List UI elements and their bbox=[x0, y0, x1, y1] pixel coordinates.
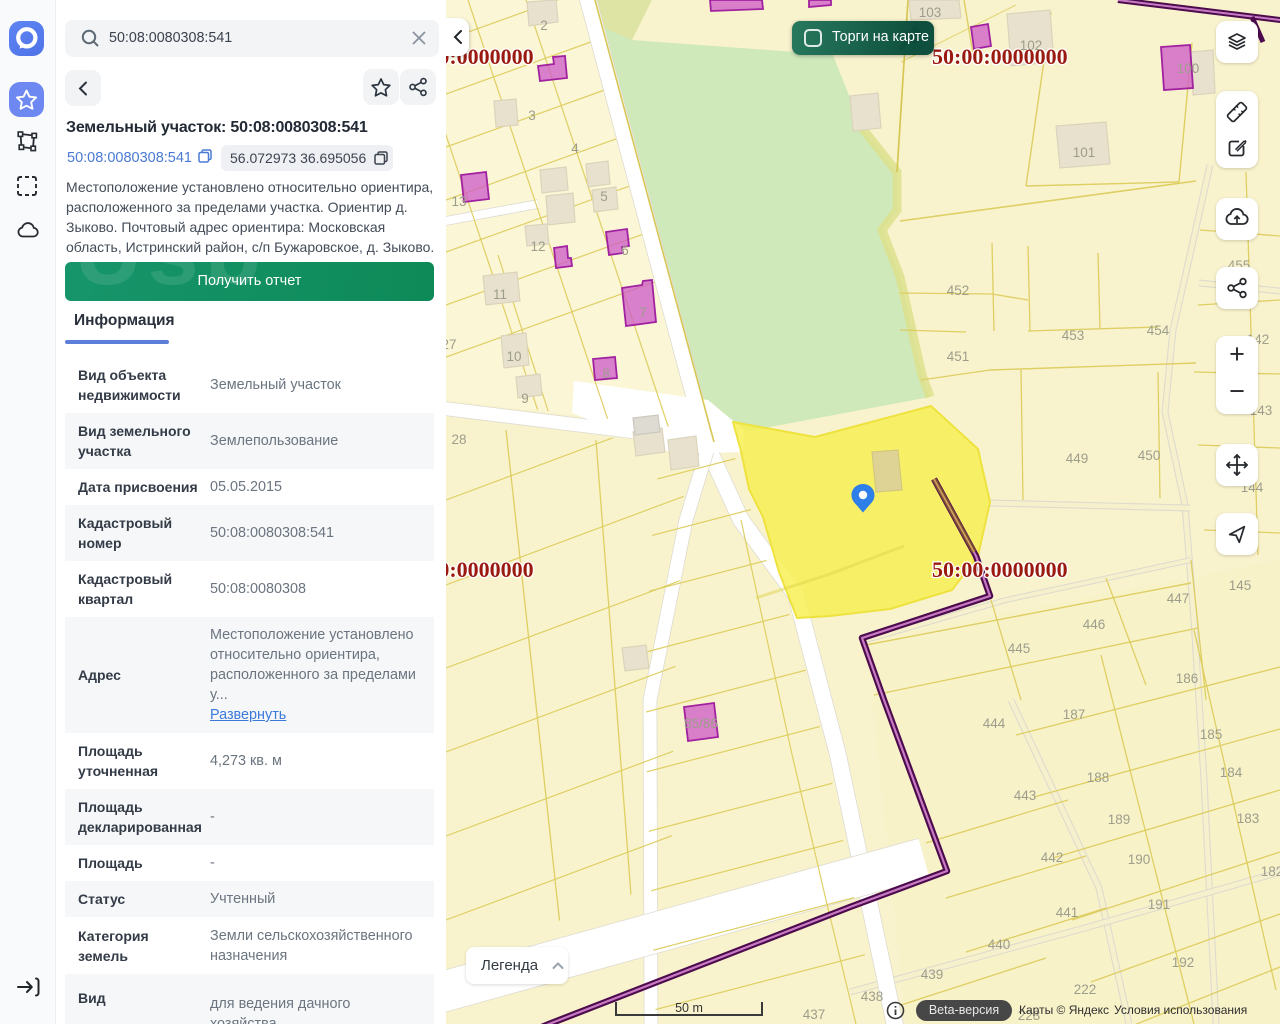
svg-text:28: 28 bbox=[451, 432, 466, 447]
svg-text:453: 453 bbox=[1062, 328, 1085, 343]
svg-text:11: 11 bbox=[493, 287, 507, 302]
svg-text:100: 100 bbox=[1177, 61, 1200, 76]
svg-text:183: 183 bbox=[1237, 811, 1260, 826]
svg-text:2: 2 bbox=[540, 18, 548, 33]
svg-text:454: 454 bbox=[1147, 323, 1170, 338]
svg-text:50:00:0000000: 50:00:0000000 bbox=[932, 44, 1068, 69]
svg-text:450: 450 bbox=[1138, 448, 1161, 463]
svg-text:5: 5 bbox=[600, 189, 608, 204]
svg-text:192: 192 bbox=[1172, 955, 1195, 970]
svg-text:445: 445 bbox=[1008, 641, 1031, 656]
svg-text:12: 12 bbox=[530, 239, 545, 254]
svg-text:446: 446 bbox=[1083, 617, 1106, 632]
svg-text:103: 103 bbox=[919, 5, 942, 20]
svg-text:439: 439 bbox=[921, 967, 944, 982]
svg-text:50:00:0000000: 50:00:0000000 bbox=[932, 557, 1068, 582]
svg-text:186: 186 bbox=[1176, 671, 1199, 686]
svg-text:27: 27 bbox=[446, 337, 457, 352]
svg-text:222: 222 bbox=[1074, 982, 1097, 997]
svg-text:3: 3 bbox=[528, 108, 536, 123]
svg-text:8: 8 bbox=[602, 366, 610, 381]
svg-text:185: 185 bbox=[1200, 727, 1223, 742]
svg-text:9: 9 bbox=[521, 391, 529, 406]
svg-text:7: 7 bbox=[639, 305, 647, 320]
svg-text:451: 451 bbox=[947, 349, 970, 364]
svg-text:191: 191 bbox=[1148, 897, 1171, 912]
svg-text:10: 10 bbox=[506, 349, 521, 364]
svg-text:447: 447 bbox=[1167, 591, 1190, 606]
svg-text:145: 145 bbox=[1229, 578, 1252, 593]
svg-text:182: 182 bbox=[1261, 864, 1280, 879]
svg-text:437: 437 bbox=[803, 1007, 826, 1022]
svg-text:440: 440 bbox=[988, 937, 1011, 952]
svg-text:444: 444 bbox=[983, 716, 1006, 731]
svg-text:102: 102 bbox=[1020, 38, 1043, 53]
svg-text:452: 452 bbox=[947, 283, 970, 298]
svg-text:6: 6 bbox=[621, 243, 629, 258]
svg-text:85/86: 85/86 bbox=[684, 716, 718, 731]
svg-text:441: 441 bbox=[1056, 905, 1079, 920]
svg-text:184: 184 bbox=[1220, 765, 1243, 780]
svg-text:188: 188 bbox=[1087, 770, 1110, 785]
svg-text:442: 442 bbox=[1041, 850, 1064, 865]
svg-text:189: 189 bbox=[1108, 812, 1131, 827]
svg-text:449: 449 bbox=[1066, 451, 1089, 466]
svg-text:187: 187 bbox=[1063, 707, 1086, 722]
svg-text:438: 438 bbox=[861, 989, 884, 1004]
svg-text:13: 13 bbox=[451, 194, 466, 209]
svg-text:101: 101 bbox=[1073, 145, 1096, 160]
svg-text:190: 190 bbox=[1128, 852, 1151, 867]
svg-text:443: 443 bbox=[1014, 788, 1037, 803]
svg-text:50:00:0000000: 50:00:0000000 bbox=[446, 557, 534, 582]
svg-text:4: 4 bbox=[571, 141, 579, 156]
